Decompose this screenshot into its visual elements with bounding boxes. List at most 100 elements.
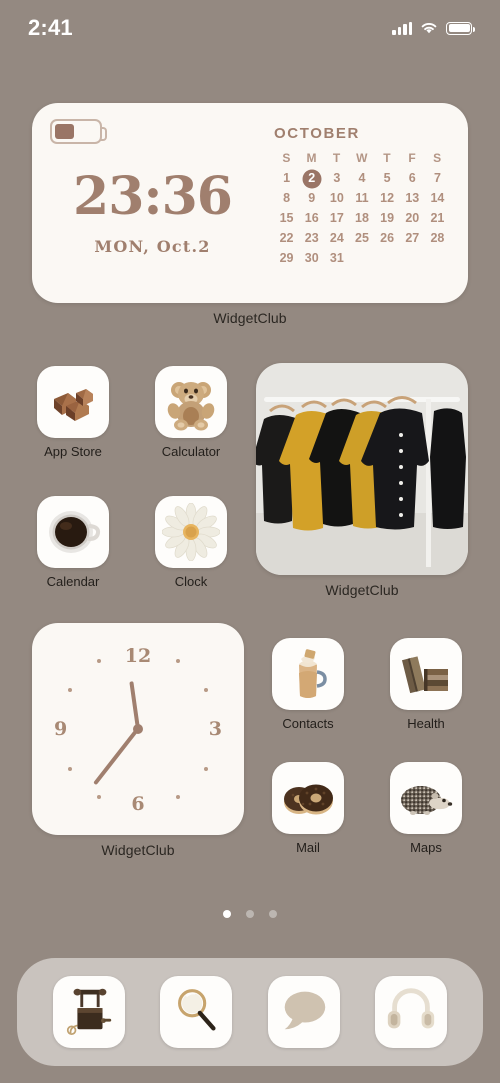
status-bar-icons <box>392 21 475 35</box>
vintage-telephone-icon <box>61 982 117 1043</box>
calendar-day[interactable]: 7 <box>425 169 450 188</box>
donuts-icon <box>272 762 344 834</box>
calendar-day[interactable]: 25 <box>349 229 374 248</box>
chocolate-icon <box>37 366 109 438</box>
dock-item-phone[interactable] <box>52 976 125 1048</box>
calendar-weekday-header: W <box>356 151 368 165</box>
status-bar: 2:41 <box>0 0 500 56</box>
app-icon-mail[interactable]: Mail <box>272 762 344 855</box>
calendar-day[interactable]: 20 <box>400 209 425 228</box>
calendar-day[interactable]: 31 <box>324 249 349 268</box>
calendar-day[interactable]: 1 <box>274 169 299 188</box>
app-label: Calendar <box>46 574 100 589</box>
calendar-weekday-header: S <box>282 151 291 165</box>
calendar-weekday-header: T <box>383 151 392 165</box>
widget-analog-clock-label: WidgetClub <box>101 842 175 858</box>
page-dot[interactable] <box>246 910 254 918</box>
widget-analog-clock[interactable]: 12 3 6 9 <box>32 623 244 835</box>
app-label: Clock <box>174 574 208 589</box>
app-label: App Store <box>44 444 102 459</box>
home-screen: 2:41 23:36 MON, Oct.2 OCTOBER SMTWTFS123… <box>0 0 500 1083</box>
app-icon-health[interactable]: Health <box>390 638 462 731</box>
calendar-day[interactable]: 10 <box>324 189 349 208</box>
app-label: Maps <box>410 840 442 855</box>
magnifying-glass-icon <box>168 982 224 1043</box>
clock-hour-marker <box>204 687 209 692</box>
dock-item-messages[interactable] <box>267 976 340 1048</box>
calendar-day[interactable]: 11 <box>349 189 374 208</box>
page-dot[interactable] <box>269 910 277 918</box>
calendar-grid: S M T W T F S 1 2 3 4 5 6 7 8 9 10 11 12 13 14 15 16 17 18 19 20 21… <box>274 149 450 268</box>
clock-numeral-9: 9 <box>54 718 68 740</box>
app-icon-calendar[interactable]: Calendar <box>37 496 109 589</box>
calendar-day[interactable]: 29 <box>274 249 299 268</box>
calendar-day[interactable]: 23 <box>299 229 324 248</box>
calendar-day[interactable]: 16 <box>299 209 324 228</box>
clock-numeral-3: 3 <box>208 718 222 740</box>
widget-date: MON, Oct.2 <box>94 237 211 256</box>
calendar-day-highlighted[interactable]: 2 <box>299 169 324 188</box>
speech-bubble-icon <box>276 982 332 1043</box>
calendar-day[interactable]: 6 <box>400 169 425 188</box>
calendar-day[interactable]: 12 <box>375 189 400 208</box>
calendar-day[interactable]: 4 <box>349 169 374 188</box>
dock <box>17 958 483 1066</box>
calendar-day[interactable]: 26 <box>375 229 400 248</box>
app-icon-calculator[interactable]: Calculator <box>155 366 227 459</box>
app-label: Mail <box>296 840 320 855</box>
calendar-day[interactable]: 28 <box>425 229 450 248</box>
calendar-day[interactable]: 8 <box>274 189 299 208</box>
calendar-day[interactable]: 3 <box>324 169 349 188</box>
teddy-bear-icon <box>155 366 227 438</box>
frappe-drink-icon <box>272 638 344 710</box>
dock-item-safari[interactable] <box>160 976 233 1048</box>
page-dot[interactable] <box>223 910 231 918</box>
clock-hour-marker <box>67 687 72 692</box>
calendar-weekday-header: S <box>433 151 442 165</box>
calendar-day[interactable]: 24 <box>324 229 349 248</box>
battery-icon <box>446 21 475 35</box>
widget-clock-section: 23:36 MON, Oct.2 <box>50 119 268 293</box>
calendar-day[interactable]: 27 <box>400 229 425 248</box>
clock-hour-marker <box>67 766 72 771</box>
calendar-day[interactable]: 13 <box>400 189 425 208</box>
app-label: Health <box>407 716 445 731</box>
calendar-day[interactable]: 19 <box>375 209 400 228</box>
clock-hour-marker <box>204 766 209 771</box>
app-icon-app-store[interactable]: App Store <box>37 366 109 459</box>
clock-hour-marker <box>96 795 101 800</box>
page-indicator[interactable] <box>0 910 500 918</box>
clock-center-hub <box>133 724 143 734</box>
calendar-day[interactable]: 30 <box>299 249 324 268</box>
app-icon-maps[interactable]: Maps <box>390 762 462 855</box>
calendar-day[interactable]: 21 <box>425 209 450 228</box>
widget-clock-calendar[interactable]: 23:36 MON, Oct.2 OCTOBER SMTWTFS12345678… <box>32 103 468 303</box>
calendar-day[interactable]: 17 <box>324 209 349 228</box>
calendar-day[interactable]: 5 <box>375 169 400 188</box>
app-icon-contacts[interactable]: Contacts <box>272 638 344 731</box>
clock-numeral-6: 6 <box>131 793 145 815</box>
clock-hour-marker <box>175 795 180 800</box>
cellular-signal-icon <box>392 21 412 35</box>
calendar-weekday-header: T <box>332 151 341 165</box>
coffee-cup-icon <box>37 496 109 568</box>
status-bar-clock: 2:41 <box>28 15 73 40</box>
clock-face: 12 3 6 9 <box>32 623 244 835</box>
dock-item-music[interactable] <box>375 976 448 1048</box>
headphones-icon <box>383 982 439 1043</box>
clock-hour-marker <box>175 658 180 663</box>
stacked-books-icon <box>390 638 462 710</box>
wifi-icon <box>421 23 437 34</box>
daisy-flower-icon <box>155 496 227 568</box>
calendar-day[interactable]: 22 <box>274 229 299 248</box>
widget-photo[interactable] <box>256 363 468 575</box>
widget-time: 23:36 <box>73 166 233 227</box>
app-icon-clock[interactable]: Clock <box>155 496 227 589</box>
clock-hour-hand <box>129 681 140 730</box>
calendar-day[interactable]: 18 <box>349 209 374 228</box>
app-label: Contacts <box>282 716 334 731</box>
calendar-day[interactable]: 14 <box>425 189 450 208</box>
widget-photo-label: WidgetClub <box>325 582 399 598</box>
calendar-day[interactable]: 9 <box>299 189 324 208</box>
calendar-day[interactable]: 15 <box>274 209 299 228</box>
